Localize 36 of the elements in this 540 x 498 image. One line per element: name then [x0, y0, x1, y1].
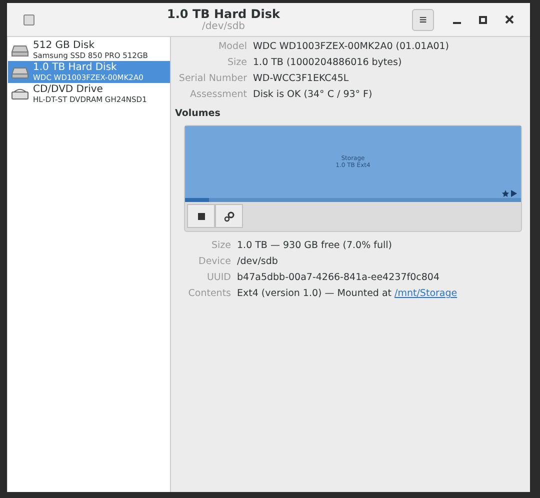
field-value: b47a5dbb-00a7-4266-841a-ee4237f0c804	[237, 272, 440, 283]
gears-icon	[224, 210, 234, 222]
drive-name: 512 GB Disk	[33, 40, 96, 51]
close-icon	[504, 15, 514, 24]
play-icon	[511, 190, 517, 197]
drive-name: CD/DVD Drive	[33, 84, 104, 95]
field-value: Disk is OK (34° C / 93° F)	[253, 89, 374, 100]
window-subtitle: /dev/sdb	[202, 21, 246, 32]
section-heading: Volumes	[175, 108, 222, 119]
field-value: 1.0 TB (1000204886016 bytes)	[253, 57, 403, 68]
menu-button[interactable]: ≡	[412, 8, 434, 30]
field-value: /dev/sdb	[237, 256, 279, 267]
stop-button[interactable]	[187, 204, 215, 228]
field-label: Model	[217, 41, 247, 52]
mount-link[interactable]: /mnt/Storage	[394, 288, 458, 299]
window-title: 1.0 TB Hard Disk	[167, 7, 280, 21]
settings-button[interactable]	[215, 204, 243, 228]
field-label: UUID	[206, 272, 231, 283]
field-label: Device	[198, 256, 231, 267]
field-label: Size	[226, 57, 247, 68]
hard-disk-icon	[11, 65, 29, 79]
hard-disk-icon	[11, 43, 29, 57]
field-value: 1.0 TB — 930 GB free (7.0% full)	[237, 240, 394, 251]
field-value: WDC WD1003FZEX-00MK2A0 (01.01A01)	[253, 41, 450, 52]
optical-drive-icon	[11, 87, 29, 101]
field-label: Contents	[187, 288, 231, 299]
field-label: Size	[210, 240, 231, 251]
field-label: Assessment	[189, 89, 247, 100]
field-value: Ext4 (version 1.0) — Mounted at /mnt/Storage	[237, 288, 458, 299]
maximize-icon	[479, 16, 487, 24]
minimize-icon	[453, 22, 461, 24]
field-label: Serial Number	[178, 73, 247, 84]
stop-icon	[198, 212, 204, 220]
field-value: WD-WCC3F1EKC45L	[253, 73, 350, 84]
star-icon	[502, 190, 509, 197]
drive-name: 1.0 TB Hard Disk	[33, 62, 118, 73]
